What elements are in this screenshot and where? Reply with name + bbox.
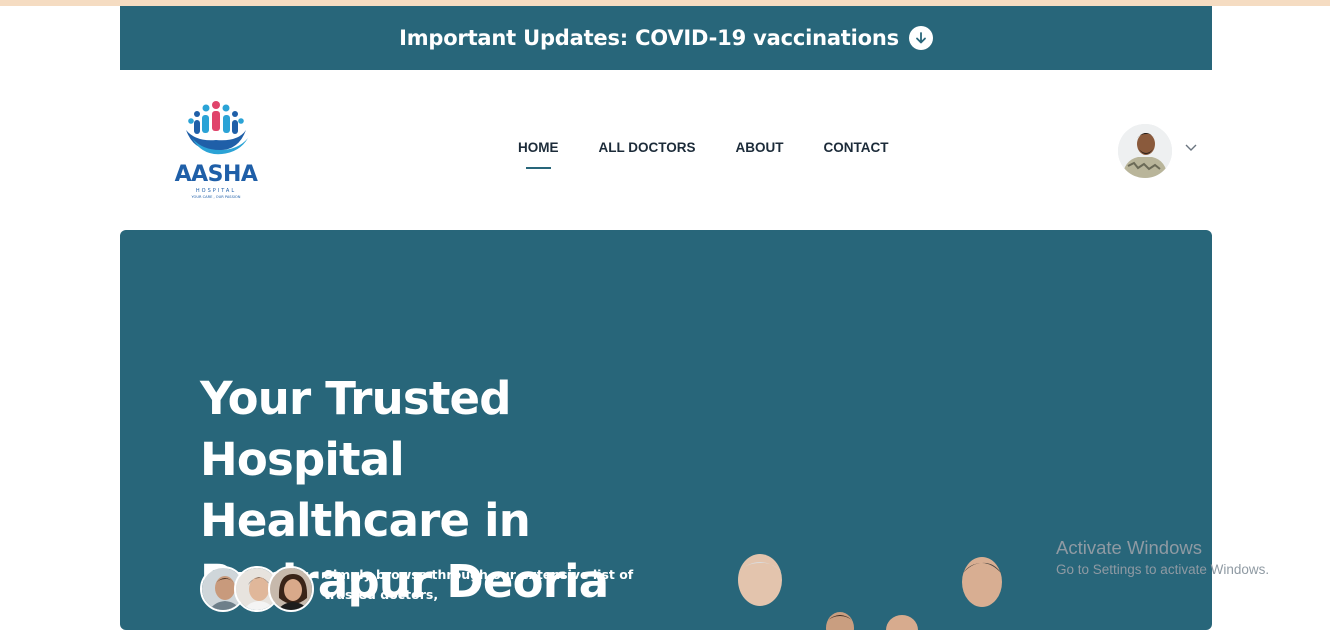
nav-home[interactable]: HOME <box>518 140 559 169</box>
doctor-face-avatar <box>268 566 314 612</box>
windows-activation-watermark: Activate Windows Go to Settings to activ… <box>1056 537 1269 577</box>
hero-section: Your Trusted Hospital Healthcare in Rudr… <box>120 230 1212 630</box>
nav-home-label[interactable]: HOME <box>518 140 559 155</box>
logo-name: AASHA <box>174 162 258 187</box>
logo-tagline: YOUR CARE , OUR PASSION <box>191 195 241 199</box>
nav-about-label[interactable]: ABOUT <box>736 140 784 155</box>
logo-sub: HOSPITAL <box>195 188 237 194</box>
site-header: AASHA HOSPITAL YOUR CARE , OUR PASSION H… <box>120 70 1212 230</box>
nav-active-indicator <box>526 167 551 169</box>
watermark-title: Activate Windows <box>1056 537 1202 558</box>
nav-contact[interactable]: CONTACT <box>824 140 889 155</box>
hero-title-line-1: Your Trusted Hospital <box>200 372 511 486</box>
doctor-faces-group <box>200 566 318 622</box>
nav-about[interactable]: ABOUT <box>736 140 784 155</box>
watermark-subtitle: Go to Settings to activate Windows. <box>1056 562 1270 577</box>
arrow-down-circle-icon[interactable] <box>908 26 933 50</box>
chevron-down-icon[interactable] <box>1184 140 1198 154</box>
nav-contact-label[interactable]: CONTACT <box>824 140 889 155</box>
hero-doctors-image <box>720 550 1020 630</box>
hero-title-line-2: Healthcare in <box>200 494 531 547</box>
hospital-logo[interactable]: AASHA HOSPITAL YOUR CARE , OUR PASSION <box>172 100 260 200</box>
announcement-banner[interactable]: Important Updates: COVID-19 vaccinations <box>120 6 1212 70</box>
main-nav: HOME ALL DOCTORS ABOUT CONTACT <box>518 140 889 169</box>
logo-emblem-icon <box>186 101 248 155</box>
banner-text[interactable]: Important Updates: COVID-19 vaccinations <box>399 26 899 50</box>
nav-all-doctors-label[interactable]: ALL DOCTORS <box>599 140 696 155</box>
user-avatar[interactable] <box>1118 124 1172 178</box>
hero-description: Simply browse through our extensive list… <box>324 567 634 602</box>
nav-all-doctors[interactable]: ALL DOCTORS <box>599 140 696 155</box>
